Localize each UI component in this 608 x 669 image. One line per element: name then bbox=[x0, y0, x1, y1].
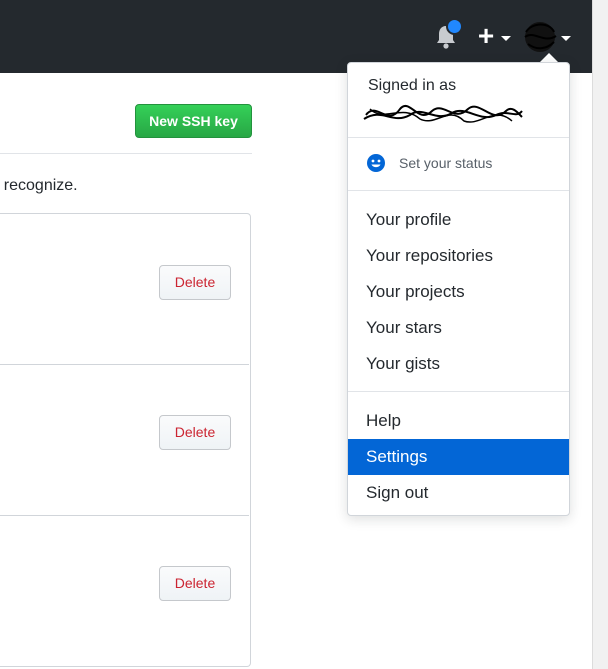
delete-key-button[interactable]: Delete bbox=[159, 415, 231, 450]
ssh-key-list: Delete Delete Delete bbox=[0, 213, 251, 667]
new-ssh-key-button[interactable]: New SSH key bbox=[135, 104, 252, 138]
menu-item-settings[interactable]: Settings bbox=[348, 439, 569, 475]
dropdown-caret bbox=[540, 53, 558, 62]
chevron-down-icon bbox=[501, 36, 511, 41]
set-status-label: Set your status bbox=[399, 155, 493, 171]
avatar-icon[interactable] bbox=[522, 20, 558, 54]
menu-divider bbox=[348, 391, 569, 392]
signed-in-label: Signed in as bbox=[368, 77, 457, 94]
ssh-key-row: Delete bbox=[0, 214, 249, 365]
ssh-key-row: Delete bbox=[0, 365, 249, 516]
set-status-button[interactable]: Set your status bbox=[348, 146, 569, 181]
menu-divider bbox=[348, 190, 569, 191]
delete-key-button[interactable]: Delete bbox=[159, 566, 231, 601]
chevron-down-icon bbox=[561, 36, 571, 41]
vertical-scrollbar[interactable] bbox=[592, 0, 608, 669]
menu-item-your-profile[interactable]: Your profile bbox=[348, 202, 569, 238]
menu-divider bbox=[348, 137, 569, 138]
smiley-icon bbox=[367, 154, 385, 172]
menu-item-your-gists[interactable]: Your gists bbox=[348, 346, 569, 382]
notification-indicator bbox=[446, 18, 463, 35]
menu-item-your-projects[interactable]: Your projects bbox=[348, 274, 569, 310]
plus-icon[interactable]: + bbox=[475, 22, 497, 50]
section-divider bbox=[0, 153, 252, 154]
ssh-key-row: Delete bbox=[0, 516, 249, 666]
delete-key-button[interactable]: Delete bbox=[159, 265, 231, 300]
menu-item-help[interactable]: Help bbox=[348, 403, 569, 439]
menu-item-your-stars[interactable]: Your stars bbox=[348, 310, 569, 346]
user-dropdown-menu: Signed in as Set your status Your profil… bbox=[347, 62, 570, 516]
menu-item-your-repositories[interactable]: Your repositories bbox=[348, 238, 569, 274]
redacted-username bbox=[363, 105, 523, 123]
ssh-note-text: ot recognize. bbox=[0, 177, 78, 194]
menu-item-sign-out[interactable]: Sign out bbox=[348, 475, 569, 511]
